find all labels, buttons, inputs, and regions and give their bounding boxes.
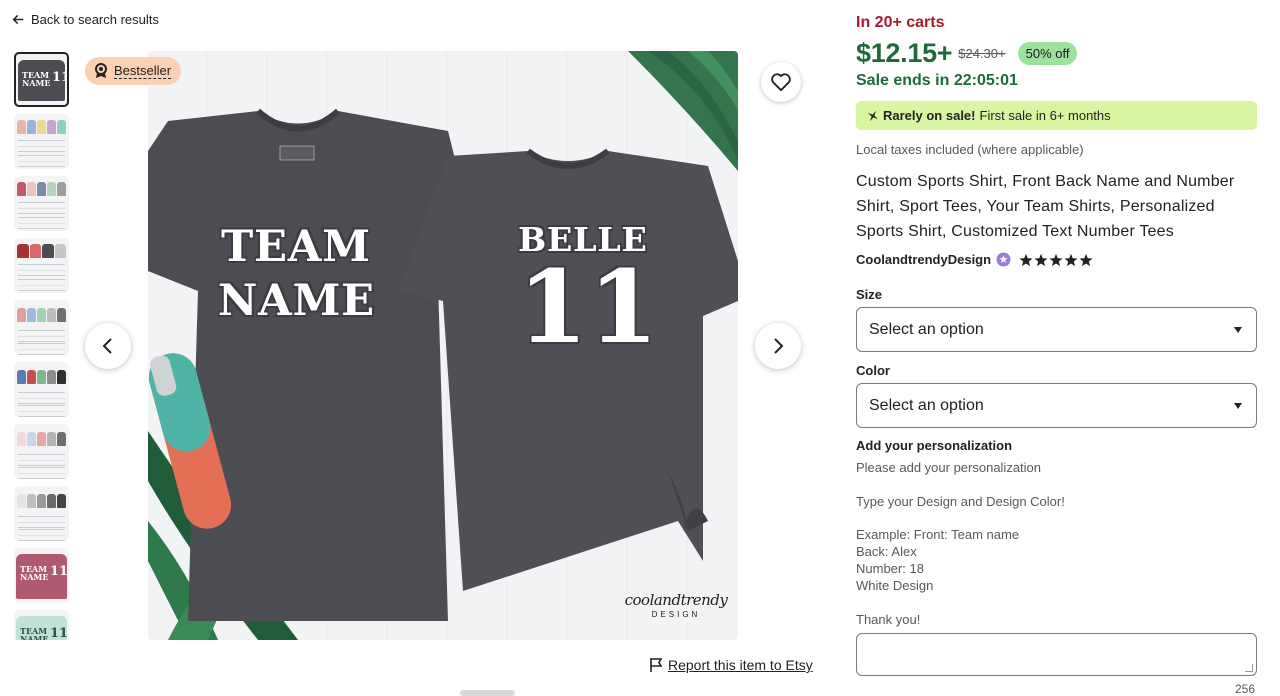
- personalization-textarea[interactable]: [856, 633, 1257, 676]
- caret-down-icon: [1234, 326, 1242, 333]
- thumbnail-7[interactable]: [14, 424, 69, 479]
- thumbnail-4[interactable]: [14, 238, 69, 293]
- star-icon: [1019, 253, 1033, 266]
- main-product-image: TEAM NAME BELLE 11 coolandtrendy DESIGN: [148, 51, 738, 640]
- favorite-button[interactable]: [761, 62, 801, 102]
- thumbnail-strip: TEAM NAME 11 TEAM NAME 11 TEAM NAME 11: [14, 52, 70, 640]
- star-icon: [1034, 253, 1048, 266]
- previous-image-button[interactable]: [85, 323, 131, 369]
- current-price: $12.15+: [856, 38, 953, 68]
- color-label: Color: [856, 363, 890, 378]
- personalization-line-6: White Design: [856, 578, 934, 593]
- rare-text: First sale in 6+ months: [979, 108, 1111, 123]
- color-select[interactable]: Select an option: [856, 383, 1257, 428]
- personalization-heading: Add your personalization: [856, 438, 1013, 453]
- shop-row: CoolandtrendyDesign: [856, 252, 1093, 267]
- flag-icon: [650, 658, 663, 672]
- thumbnail-1[interactable]: TEAM NAME 11: [14, 52, 69, 107]
- star-icon: [1049, 253, 1063, 266]
- front-text-line1: TEAM: [221, 222, 371, 272]
- thumbnail-9[interactable]: TEAM NAME 11: [14, 548, 69, 603]
- personalization-line-4: Back: Alex: [856, 544, 917, 559]
- back-text-number: 11: [518, 248, 660, 366]
- price-row: $12.15+ $24.30+ 50% off: [856, 38, 1078, 69]
- original-price: $24.30+: [958, 46, 1006, 61]
- watermark-design: DESIGN: [651, 610, 701, 619]
- tax-note: Local taxes included (where applicable): [856, 142, 1084, 157]
- star-icon: [1064, 253, 1078, 266]
- next-image-button[interactable]: [755, 323, 801, 369]
- size-label: Size: [856, 287, 883, 302]
- personalization-line-1: Please add your personalization: [856, 460, 1042, 475]
- scroll-indicator: [460, 690, 515, 696]
- report-item-link[interactable]: Report this item to Etsy: [649, 657, 813, 673]
- bestseller-badge[interactable]: Bestseller: [85, 57, 182, 85]
- thumbnail-6[interactable]: [14, 362, 69, 417]
- front-text-line2: NAME: [218, 276, 376, 326]
- size-select[interactable]: Select an option: [856, 307, 1257, 352]
- character-counter: 256: [1235, 682, 1256, 696]
- rarely-on-sale-banner: Rarely on sale! First sale in 6+ months: [856, 101, 1257, 130]
- personalization-line-3: Example: Front: Team name: [856, 527, 1020, 542]
- rating-stars[interactable]: [1019, 253, 1093, 267]
- brand-watermark: coolandtrendy DESIGN: [624, 591, 728, 633]
- size-select-value: Select an option: [869, 320, 984, 338]
- shop-name-link[interactable]: CoolandtrendyDesign: [856, 252, 991, 267]
- award-icon: [95, 63, 107, 78]
- sparkle-icon: [867, 110, 879, 121]
- sale-countdown: Sale ends in 22:05:01: [856, 72, 1018, 89]
- thumbnail-5[interactable]: [14, 300, 69, 355]
- thumbnail-3[interactable]: [14, 176, 69, 231]
- in-carts-notice: In 20+ carts: [856, 14, 945, 31]
- arrow-left-icon: [12, 14, 24, 25]
- thumbnail-10[interactable]: TEAM NAME 11: [14, 610, 69, 640]
- caret-down-icon: [1234, 402, 1242, 409]
- back-to-search-link[interactable]: Back to search results: [12, 12, 159, 27]
- report-label: Report this item to Etsy: [668, 657, 813, 673]
- discount-badge: 50% off: [1017, 42, 1078, 65]
- chevron-left-icon: [102, 338, 112, 354]
- rare-bold: Rarely on sale!: [883, 108, 976, 123]
- thumbnail-2[interactable]: [14, 114, 69, 169]
- personalization-line-7: Thank you!: [856, 612, 921, 627]
- product-title: Custom Sports Shirt, Front Back Name and…: [856, 173, 1235, 240]
- thumbnail-8[interactable]: [14, 486, 69, 541]
- star-icon: [1079, 253, 1093, 266]
- personalization-line-2: Type your Design and Design Color!: [856, 494, 1065, 509]
- watermark-script: coolandtrendy: [624, 591, 728, 609]
- chevron-right-icon: [774, 338, 784, 354]
- heart-icon: [771, 73, 791, 92]
- bestseller-label: Bestseller: [114, 62, 172, 79]
- personalization-line-5: Number: 18: [856, 561, 924, 576]
- star-seller-icon: [996, 252, 1011, 267]
- back-link-label: Back to search results: [31, 12, 159, 27]
- color-select-value: Select an option: [869, 396, 984, 414]
